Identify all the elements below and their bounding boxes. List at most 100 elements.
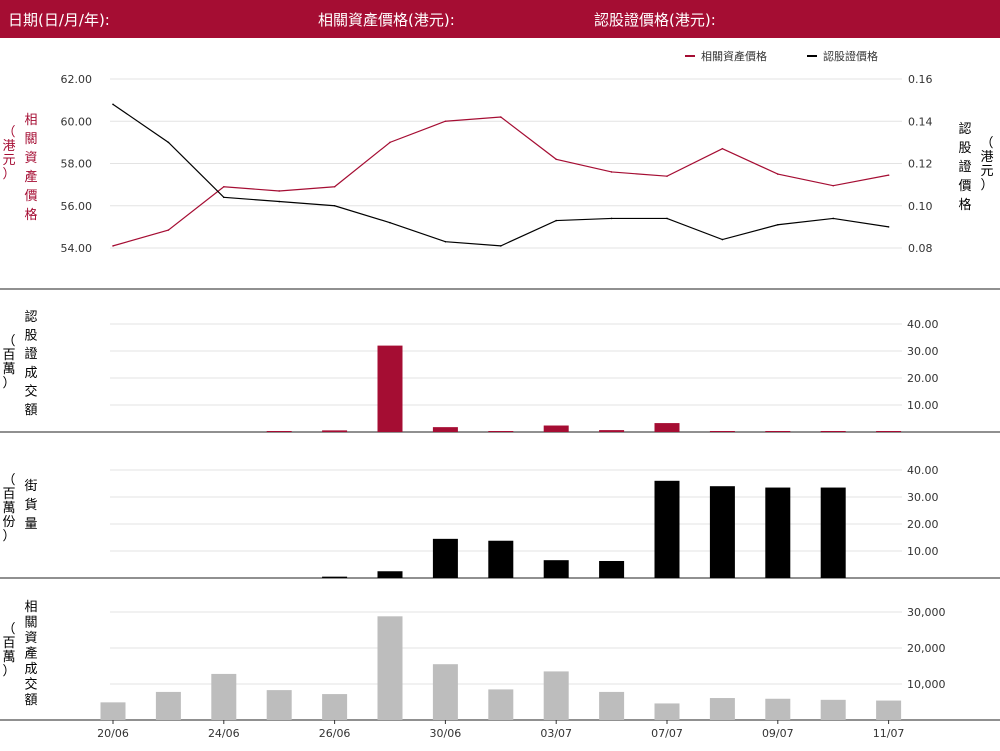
- bar: [765, 487, 791, 578]
- bar: [266, 690, 292, 720]
- bar: [654, 703, 680, 720]
- data-point: [777, 173, 779, 175]
- x-tick-label: 30/06: [430, 727, 462, 740]
- outstanding-title-char: 街: [24, 479, 37, 494]
- bar: [765, 698, 791, 720]
- outstanding-unit-char: 百: [2, 487, 15, 502]
- bar-tick-label: 20.00: [907, 372, 939, 385]
- asset-turnover-title-char: 產: [24, 646, 37, 662]
- bar-tick-label: 40.00: [907, 464, 939, 477]
- data-point: [112, 245, 114, 247]
- bar: [377, 616, 403, 720]
- bar: [709, 431, 735, 432]
- bar: [709, 486, 735, 578]
- bar-tick-label: 30.00: [907, 491, 939, 504]
- left-axis-unit: （港元）: [2, 125, 15, 182]
- bar: [432, 538, 458, 578]
- bar: [543, 560, 569, 578]
- warrant-turnover-unit-char: ）: [2, 376, 15, 391]
- date-label: 日期(日/月/年):: [8, 11, 110, 29]
- data-point: [721, 238, 724, 241]
- bar: [654, 423, 680, 432]
- bar: [322, 430, 348, 432]
- bar: [599, 560, 625, 578]
- outstanding-unit-char: 份: [2, 515, 15, 530]
- bar: [820, 699, 846, 720]
- right-axis-title-char: 格: [958, 197, 971, 213]
- data-point: [389, 141, 391, 144]
- asset-turnover-title-char: 成: [24, 662, 37, 677]
- x-tick-label: 24/06: [208, 727, 240, 740]
- bar: [488, 431, 514, 432]
- data-point: [112, 103, 114, 106]
- data-point: [721, 147, 724, 150]
- bar: [599, 691, 625, 720]
- right-axis-unit-char: 港: [980, 150, 993, 165]
- header-bar: 日期(日/月/年): 相關資產價格(港元): 認股證價格(港元):: [0, 0, 1000, 38]
- asset-turnover-title-char: 額: [24, 693, 37, 708]
- right-axis-unit-char: ）: [980, 178, 993, 193]
- right-axis-unit-char: 元: [980, 164, 993, 179]
- warrant-turnover-title-char: 成: [24, 366, 37, 381]
- right-axis-title-char: 股: [958, 141, 971, 156]
- bar: [322, 576, 348, 578]
- data-point: [887, 226, 890, 228]
- right-axis-title: 認股證價格: [958, 121, 971, 213]
- left-axis-title: 相關資產價格: [24, 113, 37, 223]
- data-point: [500, 245, 502, 247]
- outstanding-unit-char: ）: [2, 529, 15, 544]
- warrant-turnover-title-char: 認: [24, 309, 37, 325]
- bar-tick-label: 10.00: [907, 545, 939, 558]
- data-point: [610, 217, 613, 220]
- data-point: [333, 204, 336, 207]
- left-axis-title-char: 產: [24, 169, 37, 185]
- right-tick-label: 0.12: [908, 158, 933, 171]
- warrant-turnover-title-char: 交: [24, 383, 37, 399]
- warrant-turnover-unit-char: （: [2, 334, 15, 349]
- bar: [432, 427, 458, 432]
- bar: [432, 664, 458, 720]
- asset-turnover-unit-char: 萬: [2, 650, 15, 665]
- bar-tick-label: 10.00: [907, 399, 939, 412]
- bar: [155, 691, 181, 720]
- data-point: [666, 175, 668, 177]
- warrant-turnover-title-char: 額: [24, 403, 37, 418]
- left-tick-label: 60.00: [61, 115, 93, 128]
- bar: [820, 431, 846, 432]
- data-point: [223, 196, 225, 199]
- outstanding-title: 街貨量: [24, 479, 37, 532]
- warrant-turnover-unit: （百萬）: [2, 334, 15, 391]
- data-point: [389, 221, 391, 224]
- warrant-price-label: 認股證價格(港元):: [594, 11, 716, 29]
- right-tick-label: 0.16: [908, 73, 933, 86]
- right-axis-title-char: 價: [958, 179, 971, 194]
- data-point: [887, 174, 890, 176]
- left-axis-unit-char: ）: [2, 167, 15, 182]
- data-point: [278, 200, 281, 203]
- warrant-turnover-unit-char: 萬: [2, 362, 15, 377]
- asset-turnover-unit-char: ）: [2, 664, 15, 679]
- bar: [211, 673, 237, 720]
- data-point: [444, 240, 447, 243]
- bar: [322, 694, 348, 720]
- bar-tick-label: 40.00: [907, 318, 939, 331]
- left-axis-title-char: 格: [24, 207, 37, 223]
- bar: [488, 540, 514, 578]
- bar-tick-label: 30.00: [907, 345, 939, 358]
- bar-tick-label: 10,000: [907, 678, 946, 691]
- left-axis-unit-char: 元: [2, 153, 15, 168]
- outstanding-title-char: 量: [24, 517, 37, 532]
- bar: [543, 671, 569, 720]
- series-line-warrant-price: [112, 103, 889, 247]
- left-axis-unit-char: （: [2, 125, 15, 140]
- data-point: [333, 185, 336, 188]
- bar: [765, 431, 791, 432]
- right-axis-title-char: 認: [958, 121, 971, 137]
- x-tick-label: 03/07: [540, 727, 572, 740]
- x-tick-label: 11/07: [873, 727, 905, 740]
- bar: [876, 700, 902, 720]
- right-axis-title-char: 證: [958, 159, 971, 175]
- outstanding-unit-char: （: [2, 473, 15, 488]
- bar: [709, 698, 735, 720]
- x-tick-label: 20/06: [97, 727, 129, 740]
